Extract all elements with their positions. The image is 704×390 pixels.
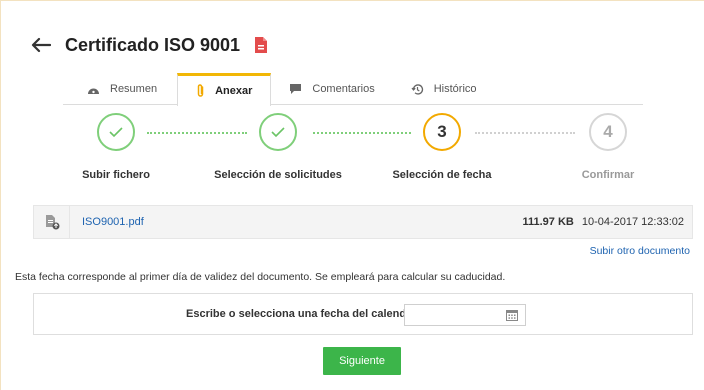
check-icon [271,127,285,138]
step-connector [147,132,247,134]
file-upload-icon [34,206,70,238]
step-connector [475,132,575,134]
history-icon [411,83,424,96]
dashboard-icon [87,84,100,95]
step-2-label: Selección de solicitudes [214,169,342,181]
step-1-circle [97,113,135,151]
tab-label: Anexar [215,85,253,97]
tab-label: Comentarios [312,83,375,95]
tab-comentarios[interactable]: Comentarios [271,73,392,105]
step-1-label: Subir fichero [82,169,150,181]
tab-resumen[interactable]: Resumen [63,73,177,105]
file-date: 10-04-2017 12:33:02 [581,216,684,228]
upload-other-link[interactable]: Subir otro documento [590,245,690,257]
arrow-left-icon[interactable] [31,37,51,53]
step-4-circle: 4 [589,113,627,151]
calendar-icon[interactable] [506,309,518,321]
tab-label: Histórico [433,83,477,95]
next-button[interactable]: Siguiente [323,347,401,375]
tab-bar: Resumen Anexar Comentarios Histórico [63,73,643,106]
tab-historico[interactable]: Histórico [393,73,495,105]
tab-anexar[interactable]: Anexar [177,73,272,106]
tab-label: Resumen [110,83,158,95]
progress-stepper: 3 4 Subir fichero Selección de solicitud… [1,113,704,189]
step-3-label: Selección de fecha [392,169,492,181]
step-2-circle [259,113,297,151]
pdf-file-icon [255,37,268,53]
step-4-label: Confirmar [581,169,635,181]
page-header: Certificado ISO 9001 [31,31,268,59]
attached-file-row: ISO9001.pdf 111.97 KB 10-04-2017 12:33:0… [33,205,693,239]
comment-icon [289,83,302,95]
page-title: Certificado ISO 9001 [65,34,241,55]
paperclip-icon [196,84,205,98]
step-3-circle: 3 [423,113,461,151]
check-icon [109,127,123,138]
date-info-text: Esta fecha corresponde al primer día de … [15,271,506,283]
file-name-link[interactable]: ISO9001.pdf [82,216,522,228]
date-selection-box: Escribe o selecciona una fecha del calen… [33,293,693,335]
file-size: 111.97 KB [522,216,574,228]
step-connector [313,132,411,134]
date-field-label: Escribe o selecciona una fecha del calen… [186,308,427,320]
